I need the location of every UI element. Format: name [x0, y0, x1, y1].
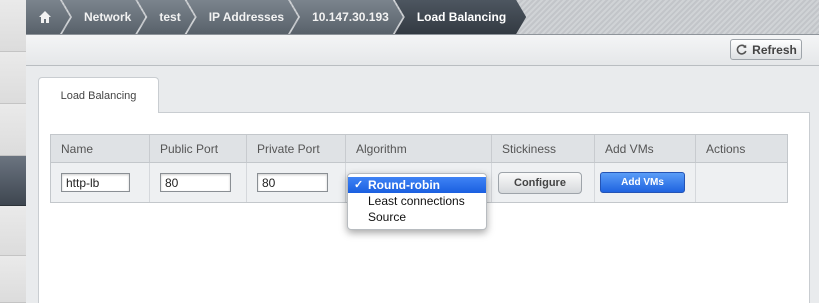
public-port-cell [150, 163, 247, 202]
actions-cell [696, 163, 787, 202]
tab-load-balancing[interactable]: Load Balancing [38, 77, 159, 113]
add-vms-cell: Add VMs [595, 163, 696, 202]
breadcrumb-item-ip[interactable]: 10.147.30.193 [290, 0, 403, 34]
refresh-label: Refresh [752, 42, 797, 57]
rail-item[interactable] [0, 0, 26, 52]
option-label: Least connections [368, 194, 465, 208]
breadcrumb-bar: Network test IP Addresses 10.147.30.193 … [26, 0, 819, 35]
breadcrumb-item-ip-addresses[interactable]: IP Addresses [187, 0, 298, 34]
col-header-actions: Actions [706, 141, 746, 156]
breadcrumb-item-network[interactable]: Network [62, 0, 145, 34]
col-header-algorithm: Algorithm [346, 135, 492, 162]
col-header-private-port: Private Port [247, 135, 346, 162]
rail-item[interactable] [0, 206, 26, 256]
tab-label: Load Balancing [60, 89, 137, 102]
home-icon [38, 10, 52, 24]
refresh-button[interactable]: Refresh [730, 39, 802, 60]
left-nav-rail [0, 0, 26, 303]
col-header-public-port: Public Port [150, 135, 247, 162]
stickiness-cell: Configure [492, 163, 595, 202]
toolbar: Refresh [26, 35, 819, 66]
public-port-input[interactable] [160, 173, 231, 192]
breadcrumb-item-load-balancing[interactable]: Load Balancing [395, 0, 526, 34]
algorithm-dropdown-menu[interactable]: ✓ Round-robin Least connections Source [347, 173, 487, 230]
breadcrumb-home[interactable] [26, 0, 70, 34]
name-input[interactable] [61, 173, 130, 192]
rail-item-active[interactable] [0, 156, 26, 206]
algorithm-option-source[interactable]: Source [348, 209, 486, 225]
breadcrumb-item-test[interactable]: test [137, 0, 194, 34]
refresh-icon [736, 44, 747, 55]
checkmark-icon: ✓ [354, 179, 364, 191]
col-header-name: Name [51, 135, 150, 162]
option-label: Round-robin [368, 178, 440, 192]
configure-stickiness-button[interactable]: Configure [498, 171, 582, 194]
rail-item[interactable] [0, 104, 26, 156]
col-header-add-vms: Add VMs [595, 135, 696, 162]
table-header: Name Public Port Private Port Algorithm … [50, 134, 788, 163]
add-vms-button[interactable]: Add VMs [600, 172, 685, 193]
algorithm-option-least-connections[interactable]: Least connections [348, 193, 486, 209]
breadcrumb: Network test IP Addresses 10.147.30.193 … [26, 0, 518, 34]
algorithm-option-round-robin[interactable]: ✓ Round-robin [348, 177, 486, 193]
col-header-stickiness: Stickiness [492, 135, 595, 162]
private-port-input[interactable] [257, 173, 328, 192]
rail-item[interactable] [0, 52, 26, 104]
name-cell [51, 163, 150, 202]
rail-item[interactable] [0, 256, 26, 303]
private-port-cell [247, 163, 346, 202]
option-label: Source [368, 210, 407, 224]
